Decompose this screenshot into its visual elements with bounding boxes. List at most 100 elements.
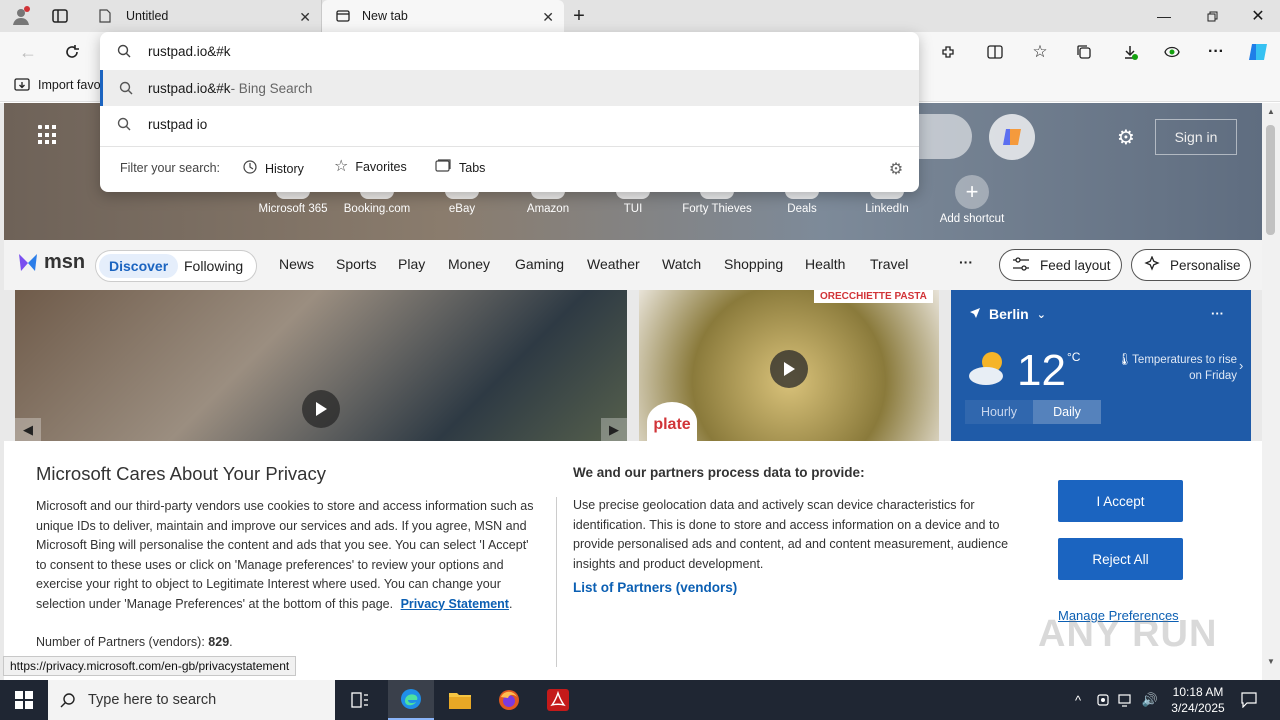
weather-tab-group: Hourly Daily — [965, 400, 1101, 424]
tray-device-icon[interactable] — [1094, 690, 1112, 710]
filter-favorites-button[interactable]: ☆ Favorites — [334, 159, 407, 175]
close-window-icon[interactable]: ✕ — [1244, 6, 1272, 26]
weather-tab-daily[interactable]: Daily — [1033, 400, 1101, 424]
address-bar-text: rustpad.io&#k — [148, 43, 231, 59]
tray-chevron-up-icon[interactable]: ^ — [1068, 690, 1088, 710]
nav-travel[interactable]: Travel — [870, 256, 908, 272]
privacy-statement-link[interactable]: Privacy Statement — [401, 597, 509, 611]
suggestion-item[interactable]: rustpad io — [100, 106, 919, 142]
vendors-list-link[interactable]: List of Partners (vendors) — [573, 580, 737, 595]
nav-shopping[interactable]: Shopping — [724, 256, 783, 272]
location-arrow-icon — [969, 306, 981, 322]
shortcut-label: Add shortcut — [939, 213, 1005, 225]
msn-logo[interactable]: msn — [16, 250, 85, 274]
collections-icon[interactable] — [1072, 40, 1096, 64]
news-card-food[interactable]: ORECCHIETTE PASTA plate — [639, 290, 939, 442]
weather-unit: °C — [1067, 350, 1081, 364]
acrobat-icon[interactable] — [535, 680, 581, 720]
nav-money[interactable]: Money — [448, 256, 490, 272]
import-favorites-button[interactable]: Import favo — [14, 78, 101, 92]
new-tab-plus-icon[interactable]: + — [568, 5, 590, 27]
tab-new-tab[interactable]: New tab ✕ — [322, 0, 564, 32]
extensions-icon[interactable] — [936, 40, 960, 64]
search-settings-gear-icon[interactable]: ⚙ — [886, 160, 906, 178]
favorites-star-icon[interactable]: ☆ — [1028, 40, 1052, 64]
tab-following[interactable]: Following — [184, 254, 243, 278]
copilot-icon[interactable] — [989, 114, 1035, 160]
scroll-up-icon[interactable]: ▲ — [1267, 107, 1275, 116]
personalise-button[interactable]: Personalise — [1131, 249, 1251, 281]
shortcut-label: Microsoft 365 — [258, 203, 328, 215]
downloads-icon[interactable] — [1118, 40, 1142, 64]
filter-history-label: History — [265, 161, 304, 176]
back-arrow-icon[interactable]: ← — [16, 40, 40, 64]
firefox-icon[interactable] — [486, 680, 532, 720]
chevron-right-icon[interactable]: › — [1239, 358, 1243, 373]
search-icon — [48, 692, 88, 708]
network-icon[interactable] — [1116, 690, 1136, 710]
nav-play[interactable]: Play — [398, 256, 425, 272]
filter-history-button[interactable]: History — [242, 159, 304, 178]
scroll-down-icon[interactable]: ▼ — [1267, 657, 1275, 666]
partners-label: Number of Partners (vendors): — [36, 635, 209, 649]
nav-weather[interactable]: Weather — [587, 256, 640, 272]
play-icon[interactable] — [302, 390, 340, 428]
new-tab-page-icon — [334, 10, 352, 22]
feed-layout-button[interactable]: Feed layout — [999, 249, 1122, 281]
taskbar-clock[interactable]: 10:18 AM 3/24/2025 — [1160, 684, 1236, 716]
apps-grid-icon[interactable] — [38, 125, 58, 145]
weather-tab-hourly[interactable]: Hourly — [965, 400, 1033, 424]
weather-location[interactable]: Berlin ⌄ — [969, 306, 1046, 322]
carousel-prev-icon[interactable]: ◀ — [15, 418, 41, 442]
page-settings-gear-icon[interactable]: ⚙ — [1114, 125, 1138, 149]
sign-in-button[interactable]: Sign in — [1155, 119, 1237, 155]
plus-icon: + — [955, 175, 989, 209]
volume-icon[interactable]: 🔊 — [1140, 690, 1160, 710]
nav-health[interactable]: Health — [805, 256, 845, 272]
sparkle-icon — [1144, 254, 1160, 275]
performance-icon[interactable] — [1160, 40, 1184, 64]
play-icon[interactable] — [770, 350, 808, 388]
weather-card[interactable]: Berlin ⌄ ··· 12 °C 🌡 Temperatures to ris… — [951, 290, 1251, 442]
accept-button[interactable]: I Accept — [1058, 480, 1183, 522]
scrollbar-thumb[interactable] — [1266, 125, 1275, 235]
news-card-video[interactable]: ◀ ▶ — [15, 290, 627, 442]
privacy-title: Microsoft Cares About Your Privacy — [36, 463, 326, 484]
add-shortcut-button[interactable]: + Add shortcut — [932, 175, 1012, 225]
tab-untitled[interactable]: Untitled ✕ — [84, 0, 322, 32]
close-tab-icon[interactable]: ✕ — [299, 9, 311, 26]
import-favorites-label: Import favo — [38, 78, 101, 92]
notifications-icon[interactable] — [1238, 688, 1260, 712]
nav-watch[interactable]: Watch — [662, 256, 701, 272]
suggestion-item[interactable]: rustpad.io&#k - Bing Search — [100, 70, 919, 106]
settings-more-icon[interactable]: ··· — [1204, 40, 1228, 64]
minimize-icon[interactable]: — — [1150, 6, 1178, 26]
profile-avatar-icon[interactable] — [8, 4, 34, 28]
edge-taskbar-icon[interactable] — [388, 680, 434, 720]
restore-icon[interactable] — [1198, 6, 1226, 26]
card-brand: plate — [647, 402, 697, 442]
address-bar-input[interactable]: rustpad.io&#k — [100, 33, 919, 69]
taskbar-search-box[interactable]: Type here to search — [48, 680, 335, 720]
nav-more-icon[interactable]: ··· — [959, 254, 973, 270]
tab-discover[interactable]: Discover — [99, 254, 179, 278]
carousel-next-icon[interactable]: ▶ — [601, 418, 627, 442]
split-screen-icon[interactable] — [983, 40, 1007, 64]
shortcut-label: LinkedIn — [865, 203, 909, 215]
page-scrollbar[interactable]: ▲ ▼ — [1262, 103, 1280, 680]
copilot-icon[interactable] — [1244, 38, 1272, 66]
file-explorer-icon[interactable] — [437, 680, 483, 720]
start-windows-icon[interactable] — [0, 680, 48, 720]
task-view-icon[interactable] — [338, 680, 382, 720]
nav-sports[interactable]: Sports — [336, 256, 376, 272]
weather-more-icon[interactable]: ··· — [1211, 306, 1224, 321]
nav-gaming[interactable]: Gaming — [515, 256, 564, 272]
refresh-icon[interactable] — [60, 40, 84, 64]
filter-tabs-button[interactable]: Tabs — [435, 159, 485, 176]
tab-strip: Untitled ✕ New tab ✕ + — ✕ — [0, 0, 1280, 32]
weather-city: Berlin — [989, 306, 1029, 322]
tab-actions-icon[interactable] — [48, 6, 72, 26]
reject-all-button[interactable]: Reject All — [1058, 538, 1183, 580]
close-tab-icon[interactable]: ✕ — [542, 9, 554, 26]
nav-news[interactable]: News — [279, 256, 314, 272]
